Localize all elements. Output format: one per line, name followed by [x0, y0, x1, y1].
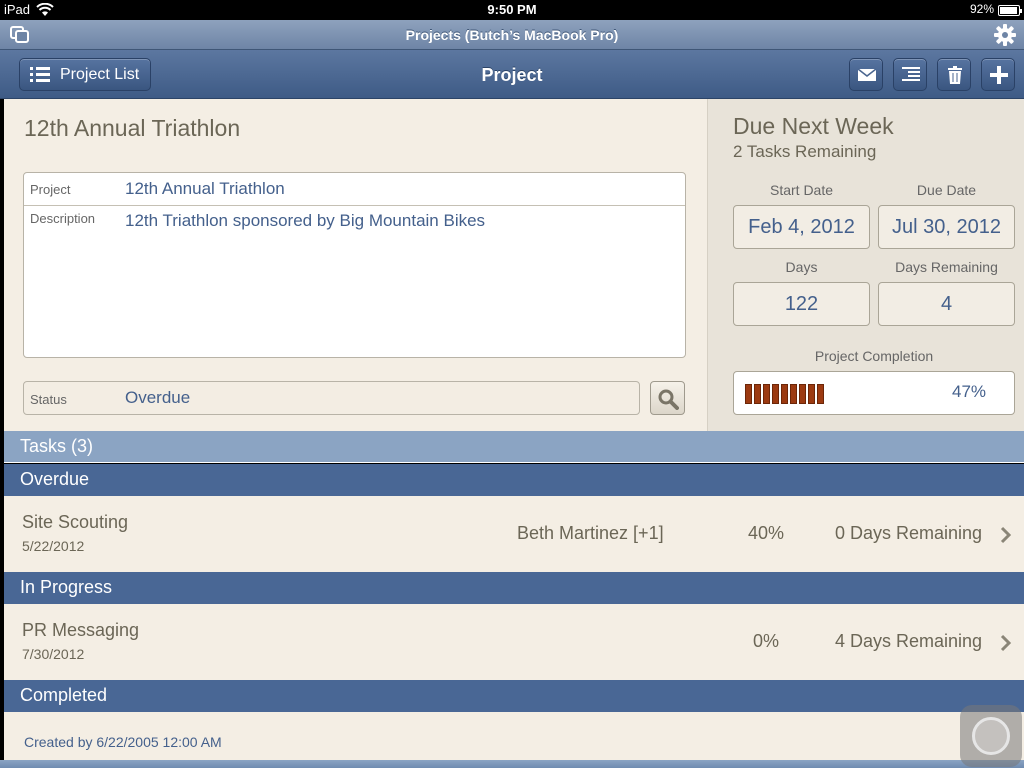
email-button[interactable]: [849, 58, 883, 91]
window-title: Projects (Butch’s MacBook Pro): [405, 27, 619, 43]
outline-button[interactable]: [893, 58, 927, 91]
progress-segment: [817, 384, 824, 404]
tasks-header: Tasks (3): [4, 431, 1024, 463]
days-label: Days: [785, 259, 818, 275]
task-days-remaining: 0 Days Remaining: [835, 523, 983, 543]
progress-segment: [808, 384, 815, 404]
progress-segment: [772, 384, 779, 404]
section-label: In Progress: [20, 577, 113, 597]
progress-segment: [781, 384, 788, 404]
task-name: PR Messaging: [22, 620, 140, 640]
progress-bar: [745, 384, 824, 404]
description-field-label: Description: [30, 211, 96, 226]
delete-button[interactable]: [937, 58, 971, 91]
search-icon: [658, 389, 679, 410]
navigation-toolbar: Project List Project: [0, 50, 1024, 99]
project-form: Project 12th Annual Triathlon Descriptio…: [23, 172, 686, 358]
due-date-label: Due Date: [916, 182, 977, 198]
section-label: Overdue: [20, 469, 90, 489]
days-field: 122: [733, 282, 870, 326]
task-name: Site Scouting: [22, 512, 129, 532]
project-name-row[interactable]: Project 12th Annual Triathlon: [24, 173, 685, 206]
trash-icon: [948, 66, 962, 84]
project-summary-panel: Due Next Week 2 Tasks Remaining Start Da…: [707, 99, 1024, 431]
assistive-touch-button[interactable]: [960, 705, 1022, 767]
progress-segment: [790, 384, 797, 404]
footer: Created by 6/22/2005 12:00 AM: [4, 712, 1024, 760]
add-button[interactable]: [981, 58, 1015, 91]
section-label: Completed: [20, 685, 108, 705]
tasks-header-label: Tasks (3): [20, 436, 94, 456]
mail-icon: [857, 68, 877, 81]
status-search-button[interactable]: [650, 381, 685, 415]
section-in-progress: In Progress: [4, 572, 1024, 604]
days-remaining-label: Days Remaining: [895, 259, 998, 275]
project-name-field[interactable]: 12th Annual Triathlon: [125, 179, 285, 199]
due-date-field[interactable]: Jul 30, 2012: [878, 205, 1015, 249]
battery-icon: [998, 5, 1022, 16]
window-title-bar: Projects (Butch’s MacBook Pro): [0, 20, 1024, 50]
plus-icon: [990, 66, 1008, 84]
gear-icon[interactable]: [994, 24, 1016, 46]
task-date: 7/30/2012: [22, 646, 85, 662]
due-heading: Due Next Week: [733, 113, 894, 139]
task-days-remaining: 4 Days Remaining: [835, 631, 983, 651]
start-date-label: Start Date: [769, 182, 834, 198]
section-completed: Completed: [4, 680, 1024, 712]
task-row-site-scouting[interactable]: Site Scouting 5/22/2012 Beth Martinez [+…: [4, 496, 1024, 572]
section-overdue: Overdue: [4, 464, 1024, 496]
status-field[interactable]: Status Overdue: [23, 381, 640, 415]
home-ring-icon: [972, 717, 1010, 755]
created-by: Created by 6/22/2005 12:00 AM: [24, 734, 222, 750]
tasks-remaining: 2 Tasks Remaining: [733, 142, 877, 161]
bottom-strip: [0, 760, 1024, 768]
project-detail-panel: 12th Annual Triathlon Project 12th Annua…: [4, 99, 707, 431]
chevron-right-icon: [1000, 634, 1012, 652]
status-bar: iPad 9:50 PM 92%: [0, 0, 1024, 20]
progress-segment: [745, 384, 752, 404]
progress-segment: [763, 384, 770, 404]
clock: 9:50 PM: [487, 2, 537, 17]
progress-segment: [799, 384, 806, 404]
description-field[interactable]: 12th Triathlon sponsored by Big Mountain…: [125, 211, 485, 231]
task-assignee: Beth Martinez [+1]: [517, 523, 664, 543]
progress-segment: [754, 384, 761, 404]
task-row-pr-messaging[interactable]: PR Messaging 7/30/2012 0% 4 Days Remaini…: [4, 604, 1024, 680]
battery-percent: 92%: [969, 2, 994, 16]
completion-progress: 47%: [733, 371, 1015, 415]
chevron-right-icon: [1000, 526, 1012, 544]
task-percent: 40%: [747, 523, 785, 543]
project-field-label: Project: [30, 182, 71, 197]
outline-icon: [902, 67, 920, 81]
completion-label: Project Completion: [814, 348, 934, 364]
status-field-label: Status: [30, 392, 67, 407]
days-remaining-field: 4: [878, 282, 1015, 326]
start-date-field[interactable]: Feb 4, 2012: [733, 205, 870, 249]
project-title: 12th Annual Triathlon: [24, 115, 241, 141]
status-value: Overdue: [125, 388, 191, 407]
completion-percent: 47%: [952, 382, 987, 401]
task-date: 5/22/2012: [22, 538, 85, 554]
task-percent: 0%: [752, 631, 779, 651]
